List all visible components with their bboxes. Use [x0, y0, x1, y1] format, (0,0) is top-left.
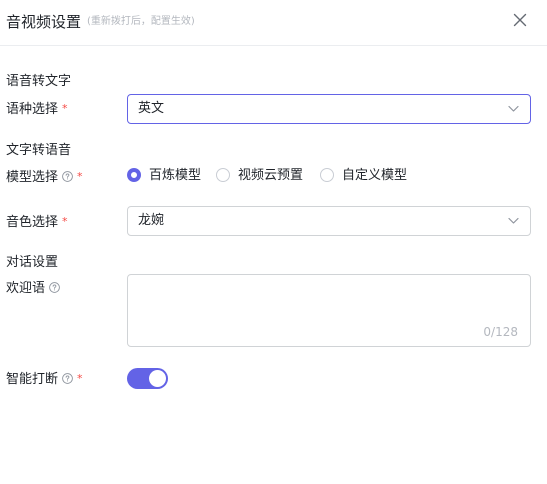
- section-title-conversation: 对话设置: [6, 255, 59, 270]
- dialog-title: 音视频设置: [6, 13, 82, 31]
- close-icon[interactable]: [510, 10, 530, 30]
- radio-checked-icon: [127, 168, 141, 182]
- chevron-down-icon: [508, 217, 519, 224]
- greeting-label-text: 欢迎语: [6, 281, 46, 296]
- radio-label: 百炼模型: [149, 168, 202, 183]
- radio-unchecked-icon: [216, 168, 230, 182]
- greeting-textarea[interactable]: 0/128: [127, 274, 531, 347]
- radio-label: 视频云预置: [238, 168, 304, 183]
- smart-interrupt-toggle[interactable]: [127, 368, 168, 389]
- audio-video-settings-dialog: 音视频设置 (重新拨打后，配置生效) 语音转文字 语种选择 * 英文 文字转语音 …: [0, 0, 547, 484]
- help-icon[interactable]: [62, 373, 73, 384]
- required-mark: *: [77, 372, 83, 385]
- required-mark: *: [77, 170, 83, 183]
- radio-unchecked-icon: [320, 168, 334, 182]
- section-title-text-to-speech: 文字转语音: [6, 143, 72, 158]
- voice-label: 音色选择 *: [6, 213, 68, 232]
- greeting-label: 欢迎语: [6, 280, 60, 298]
- language-label: 语种选择 *: [6, 100, 68, 119]
- section-title-speech-to-text: 语音转文字: [6, 74, 72, 89]
- model-label-text: 模型选择: [6, 170, 59, 185]
- help-icon[interactable]: [49, 282, 60, 293]
- voice-label-text: 音色选择: [6, 215, 59, 230]
- language-label-text: 语种选择: [6, 102, 59, 117]
- help-icon[interactable]: [62, 171, 73, 182]
- smart-interrupt-label-text: 智能打断: [6, 372, 59, 387]
- chevron-down-icon: [508, 105, 519, 112]
- required-mark: *: [62, 215, 68, 228]
- language-select-value: 英文: [138, 101, 165, 116]
- toggle-knob: [149, 370, 166, 387]
- model-label: 模型选择 *: [6, 168, 83, 187]
- voice-select[interactable]: 龙婉: [127, 206, 531, 236]
- character-counter: 0/128: [483, 325, 518, 339]
- language-select[interactable]: 英文: [127, 94, 531, 124]
- dialog-header: 音视频设置 (重新拨打后，配置生效): [0, 0, 547, 46]
- voice-select-value: 龙婉: [138, 213, 165, 228]
- required-mark: *: [62, 102, 68, 115]
- dialog-subtitle: (重新拨打后，配置生效): [87, 16, 195, 27]
- radio-label: 自定义模型: [342, 168, 408, 183]
- smart-interrupt-label: 智能打断 *: [6, 370, 83, 389]
